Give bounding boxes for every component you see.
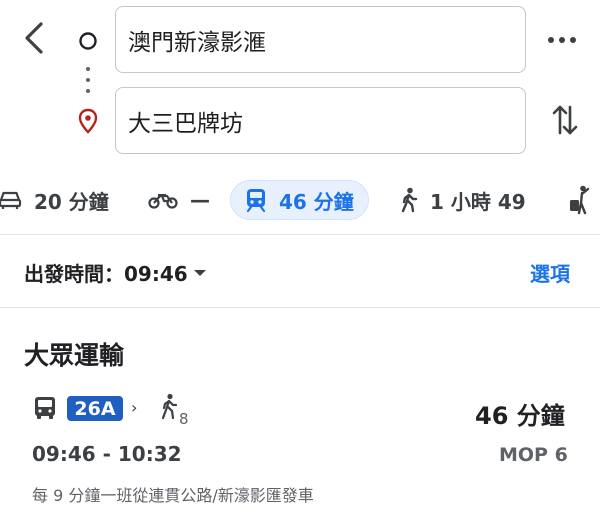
origin-text: 澳門新濠影滙 bbox=[128, 29, 266, 56]
walk-icon bbox=[401, 187, 418, 213]
bus-icon bbox=[35, 397, 55, 419]
options-link[interactable]: 選項 bbox=[530, 258, 570, 287]
car-icon bbox=[0, 191, 22, 209]
divider bbox=[0, 307, 600, 308]
divider bbox=[0, 234, 600, 235]
motorcycle-icon bbox=[148, 194, 178, 209]
mode-transit-tab[interactable]: 46 分鐘 bbox=[230, 180, 369, 220]
destination-pin-icon bbox=[78, 108, 98, 134]
swap-icon bbox=[552, 105, 578, 135]
chevron-right-icon: › bbox=[131, 398, 138, 417]
mode-ride-hail-tab[interactable] bbox=[568, 180, 594, 220]
mode-walking-label: 1 小時 49 bbox=[430, 189, 526, 214]
route-dots-icon bbox=[86, 67, 90, 93]
mode-driving-tab[interactable]: 20 分鐘 bbox=[0, 180, 109, 220]
back-arrow-icon bbox=[25, 22, 43, 54]
mode-driving-label: 20 分鐘 bbox=[34, 189, 109, 214]
caret-down-icon bbox=[193, 269, 206, 276]
more-options-button[interactable] bbox=[544, 22, 580, 58]
route-duration: 46 分鐘 bbox=[475, 402, 565, 430]
route-frequency: 每 9 分鐘一班從連貫公路/新濠影匯發車 bbox=[32, 486, 314, 505]
mode-transit-label: 46 分鐘 bbox=[279, 189, 354, 214]
origin-input[interactable]: 澳門新濠影滙 bbox=[115, 6, 526, 73]
mode-motorcycle-tab[interactable]: — bbox=[148, 180, 210, 220]
route-fare: MOP 6 bbox=[499, 444, 568, 466]
walk-icon bbox=[161, 393, 178, 420]
mode-motorcycle-label: — bbox=[190, 188, 210, 212]
swap-button[interactable] bbox=[548, 100, 582, 140]
destination-text: 大三巴牌坊 bbox=[128, 110, 243, 137]
mode-walking-tab[interactable]: 1 小時 49 bbox=[400, 180, 526, 220]
route-times: 09:46 - 10:32 bbox=[32, 442, 182, 466]
ride-hail-icon bbox=[570, 185, 590, 215]
section-title: 大眾運輸 bbox=[24, 341, 125, 370]
destination-input[interactable]: 大三巴牌坊 bbox=[115, 87, 526, 154]
more-icon bbox=[548, 37, 576, 43]
origin-circle-icon bbox=[79, 32, 97, 50]
depart-time-selector[interactable]: 出發時間：09:46 bbox=[24, 258, 206, 287]
travel-mode-tabs: 20 分鐘 — 46 分鐘 1 小時 49 bbox=[0, 174, 600, 226]
route-number-badge: 26A bbox=[67, 396, 123, 421]
back-button[interactable] bbox=[18, 20, 50, 56]
train-icon bbox=[246, 189, 266, 212]
walk-minutes: 8 bbox=[179, 410, 189, 428]
depart-time-label: 出發時間：09:46 bbox=[24, 262, 188, 286]
